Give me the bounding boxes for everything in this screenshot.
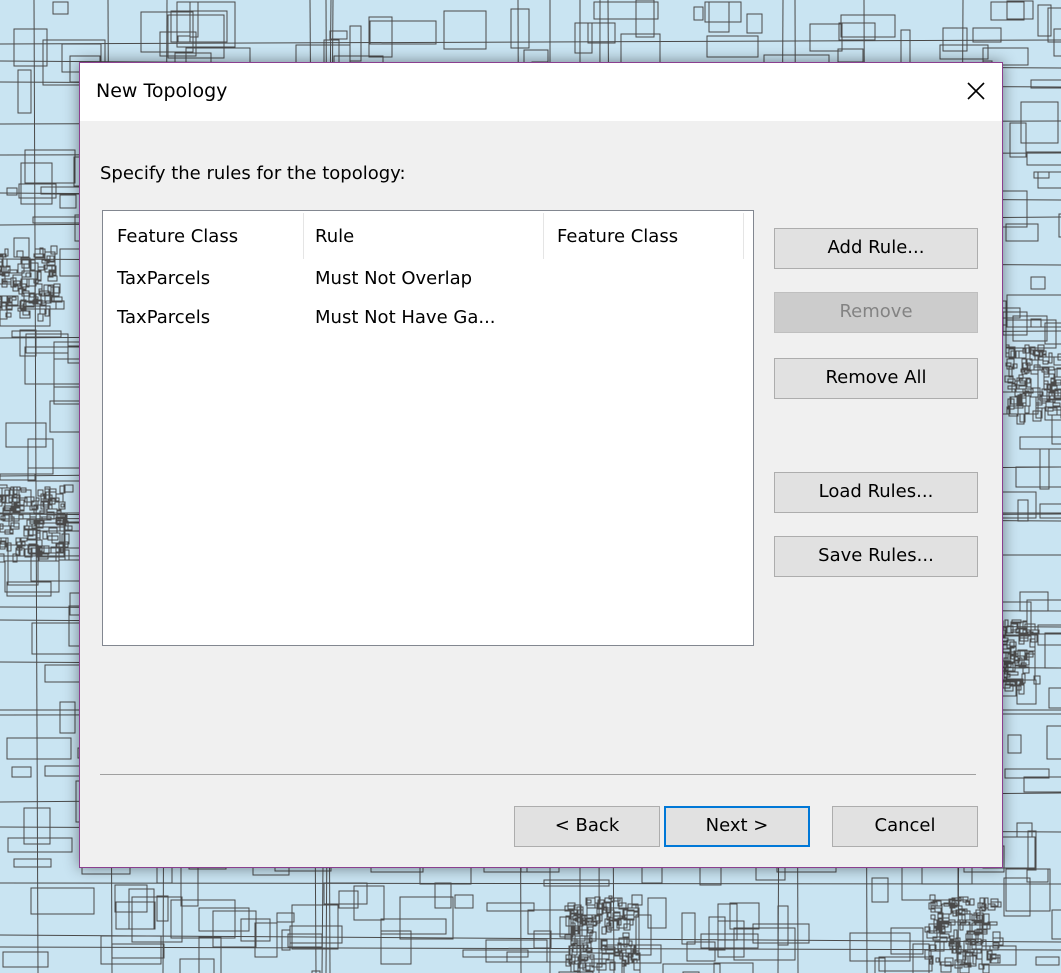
instruction-text: Specify the rules for the topology:: [100, 163, 406, 184]
list-item[interactable]: TaxParcels Must Not Overlap: [103, 268, 753, 308]
next-button[interactable]: Next >: [664, 806, 810, 847]
rule-feature-class-cell: TaxParcels: [117, 268, 211, 289]
column-separator[interactable]: [743, 213, 744, 259]
column-header-rule[interactable]: Rule: [315, 226, 354, 247]
add-rule-button[interactable]: Add Rule...: [774, 228, 978, 269]
save-rules-button[interactable]: Save Rules...: [774, 536, 978, 577]
close-icon: [967, 82, 985, 100]
remove-button[interactable]: Remove: [774, 292, 978, 333]
dialog-titlebar: New Topology: [80, 63, 1002, 121]
back-button[interactable]: < Back: [514, 806, 660, 847]
column-header-feature-class-2[interactable]: Feature Class: [557, 226, 678, 247]
footer-separator: [100, 774, 976, 775]
remove-all-button[interactable]: Remove All: [774, 358, 978, 399]
new-topology-dialog: New Topology Specify the rules for the t…: [79, 62, 1003, 868]
dialog-title: New Topology: [96, 80, 228, 102]
rules-list[interactable]: Feature Class Rule Feature Class TaxParc…: [102, 210, 754, 646]
rule-name-cell: Must Not Have Ga...: [315, 307, 496, 328]
column-separator[interactable]: [303, 213, 304, 259]
list-item[interactable]: TaxParcels Must Not Have Ga...: [103, 307, 753, 347]
column-separator[interactable]: [543, 213, 544, 259]
close-button[interactable]: [956, 71, 996, 111]
column-header-feature-class-1[interactable]: Feature Class: [117, 226, 238, 247]
rules-list-header: Feature Class Rule Feature Class: [103, 211, 753, 261]
cancel-button[interactable]: Cancel: [832, 806, 978, 847]
rule-name-cell: Must Not Overlap: [315, 268, 473, 289]
rule-feature-class-cell: TaxParcels: [117, 307, 211, 328]
load-rules-button[interactable]: Load Rules...: [774, 472, 978, 513]
